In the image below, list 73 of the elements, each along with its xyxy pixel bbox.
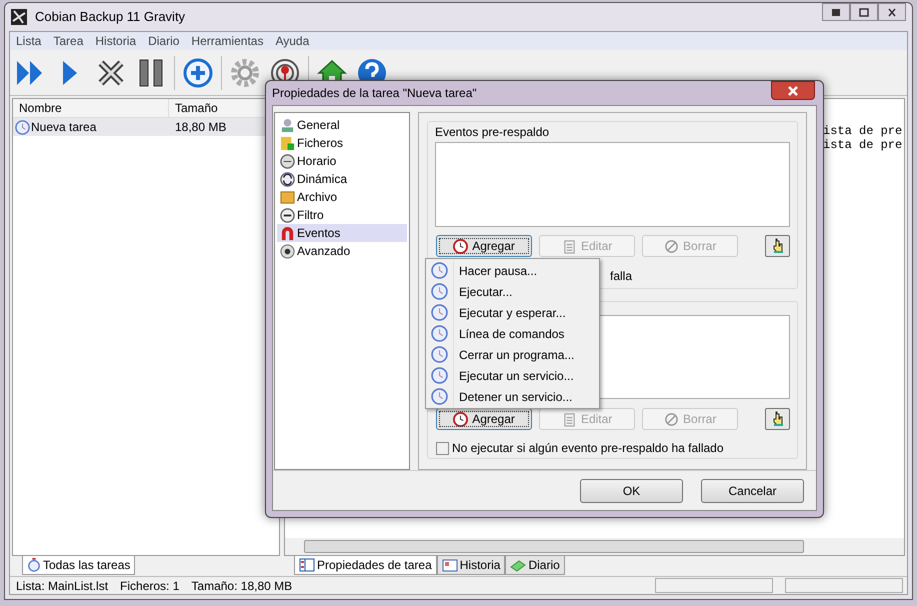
event-button[interactable]: Agregar: [436, 408, 532, 430]
notepad-icon: [562, 238, 577, 254]
hand-button[interactable]: [765, 408, 790, 430]
section-item[interactable]: Horario: [277, 152, 407, 170]
list-icon: [299, 558, 315, 572]
menu-item[interactable]: Tarea: [53, 32, 84, 50]
section-item[interactable]: General: [277, 116, 407, 134]
menu-item[interactable]: Línea de comandos: [426, 323, 599, 344]
tab[interactable]: Diario: [505, 556, 565, 575]
hand-icon: [770, 238, 785, 254]
dialog-button[interactable]: OK: [580, 478, 683, 502]
log-line: ista de pre: [823, 124, 902, 138]
menu-item[interactable]: Lista: [16, 32, 42, 50]
menu-item[interactable]: Herramientas: [191, 32, 264, 50]
section-item[interactable]: Eventos: [277, 224, 407, 242]
menu-item[interactable]: Ayuda: [275, 32, 310, 50]
checkbox-label: No ejecutar si algún evento pre-respaldo ha fallado: [452, 440, 724, 457]
user-icon: [280, 118, 295, 132]
settings-icon: [229, 56, 261, 88]
task-name: Nueva tarea: [31, 119, 96, 136]
tab[interactable]: Todas las tareas: [22, 556, 136, 575]
event-button[interactable]: Agregar: [436, 235, 532, 257]
menu-item[interactable]: Historia: [95, 32, 136, 50]
app-logo-icon: [11, 9, 27, 25]
checkbox[interactable]: [436, 442, 449, 454]
folder-icon: [280, 136, 295, 150]
minus-icon: [280, 208, 295, 222]
window-icon: [442, 558, 458, 572]
add-icon: [182, 56, 214, 88]
minimize-button[interactable]: [822, 3, 850, 21]
column-header[interactable]: Nombre: [13, 99, 169, 117]
section-item[interactable]: Archivo: [277, 188, 407, 206]
add-button[interactable]: [181, 56, 215, 90]
refresh-icon: [280, 172, 295, 186]
section-item[interactable]: Avanzado: [277, 242, 407, 260]
tab[interactable]: Propiedades de tarea: [294, 556, 437, 575]
section-item[interactable]: Ficheros: [277, 134, 407, 152]
hand-button[interactable]: [765, 235, 790, 257]
menu-item[interactable]: Detener un servicio...: [426, 386, 599, 407]
notepad-icon: [562, 412, 577, 426]
menu-item[interactable]: Cerrar un programa...: [426, 344, 599, 365]
close-button[interactable]: [878, 3, 906, 21]
dialog-title: Propiedades de la tarea "Nueva tarea": [272, 85, 477, 102]
dialog-button[interactable]: Cancelar: [701, 478, 804, 502]
menu-item[interactable]: Ejecutar y esperar...: [426, 302, 599, 323]
checkbox-label: falla: [610, 269, 632, 283]
horizontal-scrollbar[interactable]: [285, 538, 904, 555]
column-header[interactable]: Tamaño: [169, 99, 224, 117]
close-icon: [886, 6, 898, 18]
section-item[interactable]: Dinámica: [277, 170, 407, 188]
status-text: Lista: MainList.lst: [16, 578, 108, 594]
task-size: 18,80 MB: [174, 119, 228, 136]
status-text: Tamaño: 18,80 MB: [191, 578, 292, 594]
menu-item[interactable]: Ejecutar...: [426, 281, 599, 302]
minimize-icon: [830, 6, 842, 18]
status-text: Ficheros: 1: [120, 578, 180, 594]
window-title: Cobian Backup 11 Gravity: [35, 8, 186, 26]
close-icon: [787, 86, 799, 96]
tab[interactable]: Historia: [436, 556, 506, 575]
log-line: ista de pre: [823, 138, 902, 152]
stopwatch-icon: [27, 558, 41, 572]
maximize-button[interactable]: [850, 3, 878, 21]
section-item[interactable]: Filtro: [277, 206, 407, 224]
menu-item[interactable]: Diario: [148, 32, 180, 50]
menu-item[interactable]: Hacer pausa...: [426, 260, 599, 281]
prohibited-icon: [664, 412, 680, 426]
close-button[interactable]: [771, 81, 815, 100]
menu-item[interactable]: Ejecutar un servicio...: [426, 365, 599, 386]
magnet-icon: [280, 226, 295, 240]
hand-icon: [770, 411, 785, 427]
maximize-icon: [858, 6, 870, 18]
folder-icon: [280, 190, 295, 204]
prohibited-icon: [664, 238, 680, 254]
